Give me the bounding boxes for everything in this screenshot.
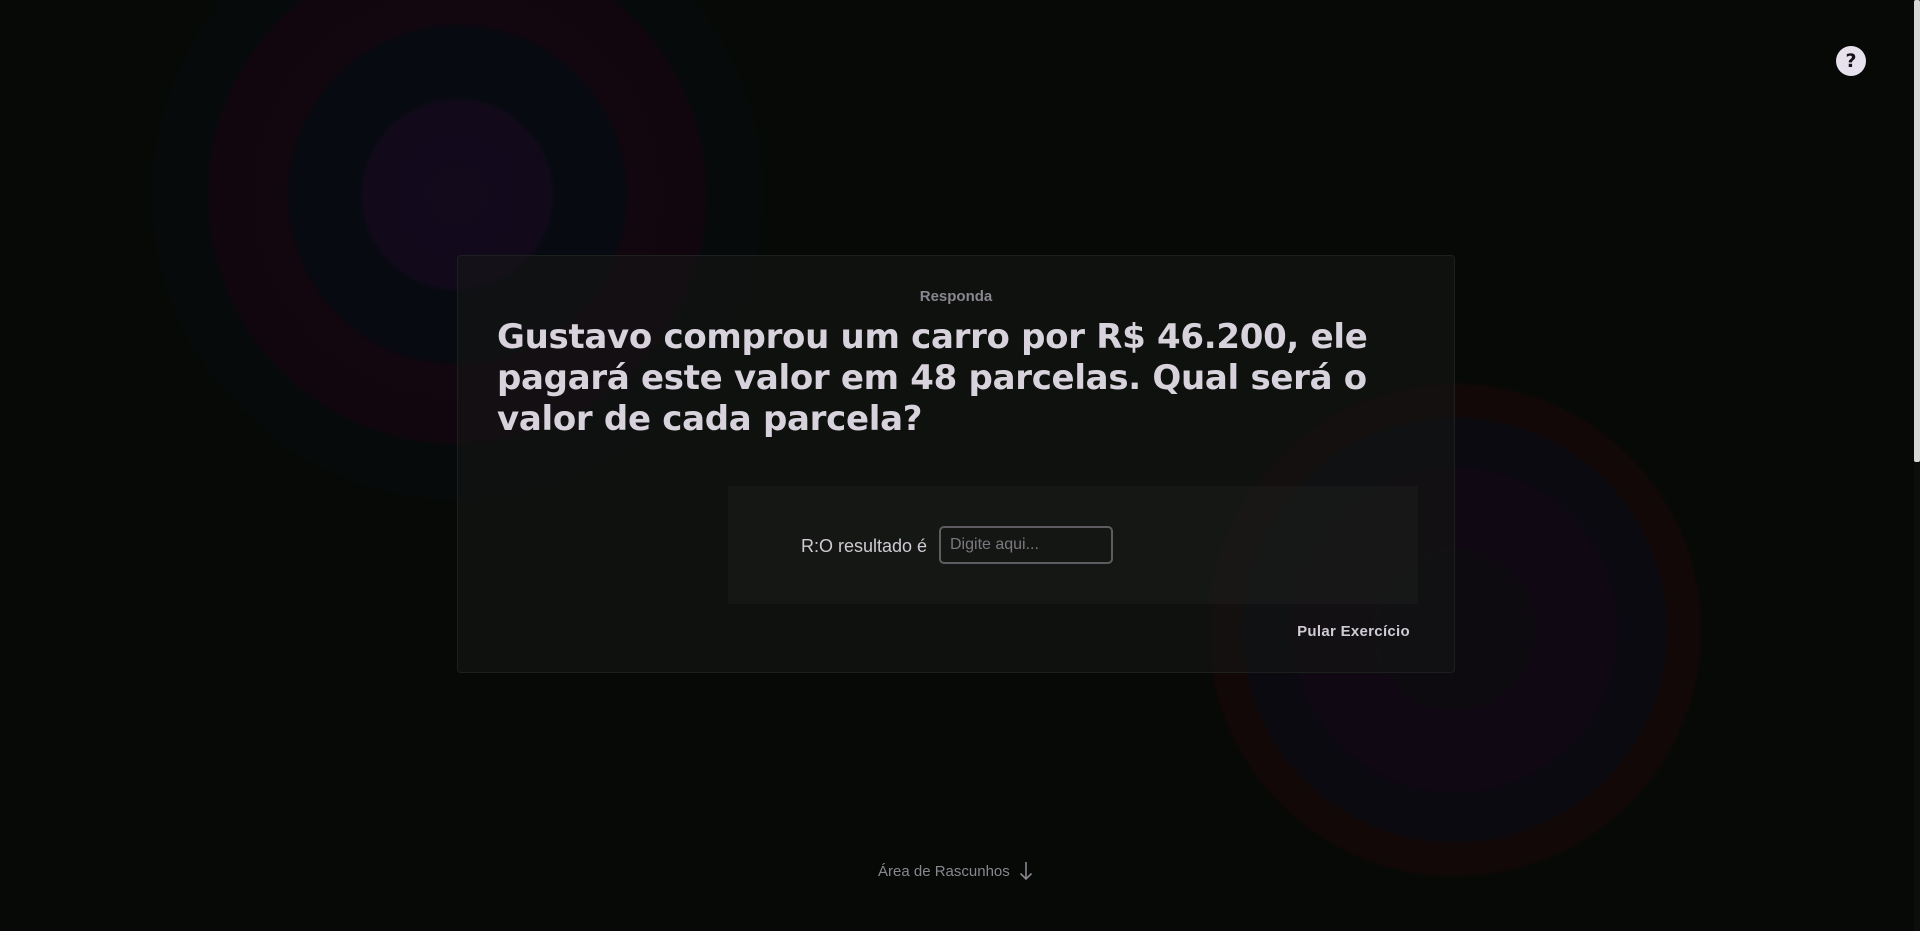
scratch-area-link[interactable]: Área de Rascunhos: [878, 861, 1033, 881]
help-button[interactable]: ?: [1836, 46, 1866, 76]
exercise-label: Responda: [919, 288, 993, 305]
answer-input[interactable]: [939, 526, 1113, 564]
exercise-page: ? Responda Gustavo comprou um carro por …: [0, 0, 1920, 931]
help-icon: ?: [1845, 50, 1857, 72]
scrollbar-track[interactable]: [1914, 0, 1920, 931]
scratch-area-label: Área de Rascunhos: [878, 862, 1010, 880]
skip-exercise-button[interactable]: Pular Exercício: [1297, 623, 1410, 640]
answer-label: R:O resultado é: [801, 536, 928, 556]
question-text: Gustavo comprou um carro por R$ 46.200, …: [497, 317, 1368, 439]
arrow-down-icon: [1019, 862, 1032, 881]
answer-area: R:O resultado é: [728, 486, 1418, 604]
scrollbar-thumb[interactable]: [1914, 0, 1920, 462]
exercise-card: Responda Gustavo comprou um carro por R$…: [457, 255, 1455, 673]
